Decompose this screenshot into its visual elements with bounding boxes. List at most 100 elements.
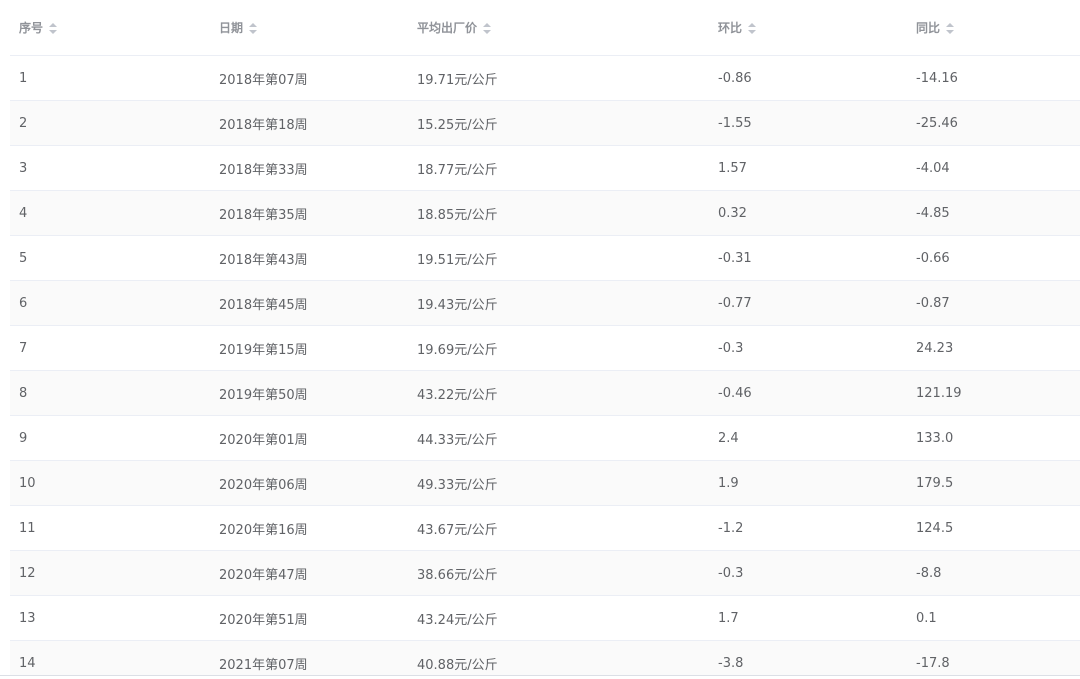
cell-yoy: -14.16 (907, 55, 1080, 101)
table-header: 序号 日期 平均出厂价 环比 同比 (10, 0, 1080, 56)
cell-avg-price: 19.71元/公斤 (408, 55, 709, 101)
cell-mom: -0.3 (709, 325, 907, 371)
cell-mom: 1.7 (709, 595, 907, 641)
cell-index: 4 (10, 190, 210, 236)
sort-caret-icon[interactable] (49, 23, 58, 34)
cell-yoy: -0.87 (907, 280, 1080, 326)
sort-caret-icon[interactable] (946, 23, 955, 34)
cell-yoy: -0.66 (907, 235, 1080, 281)
cell-mom: 1.9 (709, 460, 907, 506)
cell-yoy: -4.04 (907, 145, 1080, 191)
cell-yoy: 133.0 (907, 415, 1080, 461)
cell-index: 1 (10, 55, 210, 101)
cell-index: 8 (10, 370, 210, 416)
cell-date: 2018年第33周 (210, 145, 408, 191)
table-bottom-edge (0, 675, 1080, 676)
sort-ascending-icon[interactable] (483, 23, 492, 27)
table-header-row: 序号 日期 平均出厂价 环比 同比 (10, 0, 1080, 56)
cell-yoy: 0.1 (907, 595, 1080, 641)
table-row: 8 2019年第50周 43.22元/公斤 -0.46 121.19 (10, 370, 1080, 416)
column-header-label: 平均出厂价 (417, 21, 478, 35)
cell-avg-price: 40.88元/公斤 (408, 640, 709, 675)
table-body: 1 2018年第07周 19.71元/公斤 -0.86 -14.16 2 2018年第18周… (10, 55, 1080, 675)
cell-date: 2018年第35周 (210, 190, 408, 236)
table-row: 4 2018年第35周 18.85元/公斤 0.32 -4.85 (10, 190, 1080, 236)
table-row: 6 2018年第45周 19.43元/公斤 -0.77 -0.87 (10, 280, 1080, 326)
cell-mom: -0.31 (709, 235, 907, 281)
table-row: 14 2021年第07周 40.88元/公斤 -3.8 -17.8 (10, 640, 1080, 675)
cell-yoy: 179.5 (907, 460, 1080, 506)
column-header-label: 序号 (19, 21, 44, 35)
column-header-mom[interactable]: 环比 (709, 0, 907, 56)
column-header-label: 日期 (219, 21, 244, 35)
cell-date: 2020年第06周 (210, 460, 408, 506)
table-row: 7 2019年第15周 19.69元/公斤 -0.3 24.23 (10, 325, 1080, 371)
cell-mom: 2.4 (709, 415, 907, 461)
cell-mom: -1.55 (709, 100, 907, 146)
cell-avg-price: 43.67元/公斤 (408, 505, 709, 551)
cell-mom: -0.3 (709, 550, 907, 596)
table-row: 11 2020年第16周 43.67元/公斤 -1.2 124.5 (10, 505, 1080, 551)
cell-index: 3 (10, 145, 210, 191)
cell-mom: 1.57 (709, 145, 907, 191)
cell-index: 13 (10, 595, 210, 641)
column-header-index[interactable]: 序号 (10, 0, 210, 56)
sort-ascending-icon[interactable] (49, 23, 58, 27)
cell-index: 6 (10, 280, 210, 326)
column-header-avg-price[interactable]: 平均出厂价 (408, 0, 709, 56)
cell-index: 5 (10, 235, 210, 281)
sort-ascending-icon[interactable] (946, 23, 955, 27)
cell-date: 2019年第15周 (210, 325, 408, 371)
sort-descending-icon[interactable] (249, 30, 258, 34)
table-row: 9 2020年第01周 44.33元/公斤 2.4 133.0 (10, 415, 1080, 461)
sort-descending-icon[interactable] (49, 30, 58, 34)
cell-date: 2021年第07周 (210, 640, 408, 675)
cell-mom: 0.32 (709, 190, 907, 236)
sort-caret-icon[interactable] (483, 23, 492, 34)
sort-ascending-icon[interactable] (249, 23, 258, 27)
cell-date: 2018年第18周 (210, 100, 408, 146)
cell-yoy: 124.5 (907, 505, 1080, 551)
cell-avg-price: 44.33元/公斤 (408, 415, 709, 461)
column-header-yoy[interactable]: 同比 (907, 0, 1080, 56)
cell-avg-price: 38.66元/公斤 (408, 550, 709, 596)
data-table-wrapper: 序号 日期 平均出厂价 环比 同比 1 2018年第07周 19.71元/公斤 -0.86 -1… (10, 0, 1080, 675)
cell-yoy: 24.23 (907, 325, 1080, 371)
cell-avg-price: 19.43元/公斤 (408, 280, 709, 326)
table-row: 10 2020年第06周 49.33元/公斤 1.9 179.5 (10, 460, 1080, 506)
sort-descending-icon[interactable] (946, 30, 955, 34)
column-header-date[interactable]: 日期 (210, 0, 408, 56)
cell-yoy: -4.85 (907, 190, 1080, 236)
cell-index: 14 (10, 640, 210, 675)
cell-avg-price: 19.69元/公斤 (408, 325, 709, 371)
cell-index: 10 (10, 460, 210, 506)
sort-caret-icon[interactable] (748, 23, 757, 34)
cell-avg-price: 43.24元/公斤 (408, 595, 709, 641)
sort-descending-icon[interactable] (483, 30, 492, 34)
table-row: 5 2018年第43周 19.51元/公斤 -0.31 -0.66 (10, 235, 1080, 281)
column-header-label: 同比 (916, 21, 941, 35)
cell-date: 2018年第45周 (210, 280, 408, 326)
cell-mom: -0.46 (709, 370, 907, 416)
cell-date: 2020年第16周 (210, 505, 408, 551)
cell-avg-price: 43.22元/公斤 (408, 370, 709, 416)
cell-date: 2018年第43周 (210, 235, 408, 281)
sort-caret-icon[interactable] (249, 23, 258, 34)
table-row: 3 2018年第33周 18.77元/公斤 1.57 -4.04 (10, 145, 1080, 191)
cell-mom: -0.77 (709, 280, 907, 326)
sort-descending-icon[interactable] (748, 30, 757, 34)
cell-date: 2019年第50周 (210, 370, 408, 416)
cell-avg-price: 15.25元/公斤 (408, 100, 709, 146)
table-row: 1 2018年第07周 19.71元/公斤 -0.86 -14.16 (10, 55, 1080, 101)
cell-index: 12 (10, 550, 210, 596)
sort-ascending-icon[interactable] (748, 23, 757, 27)
cell-index: 11 (10, 505, 210, 551)
cell-date: 2020年第01周 (210, 415, 408, 461)
cell-yoy: 121.19 (907, 370, 1080, 416)
cell-avg-price: 18.85元/公斤 (408, 190, 709, 236)
column-header-label: 环比 (718, 21, 743, 35)
cell-avg-price: 49.33元/公斤 (408, 460, 709, 506)
cell-index: 7 (10, 325, 210, 371)
cell-avg-price: 18.77元/公斤 (408, 145, 709, 191)
data-table: 序号 日期 平均出厂价 环比 同比 1 2018年第07周 19.71元/公斤 -0.86 -1… (10, 0, 1080, 675)
